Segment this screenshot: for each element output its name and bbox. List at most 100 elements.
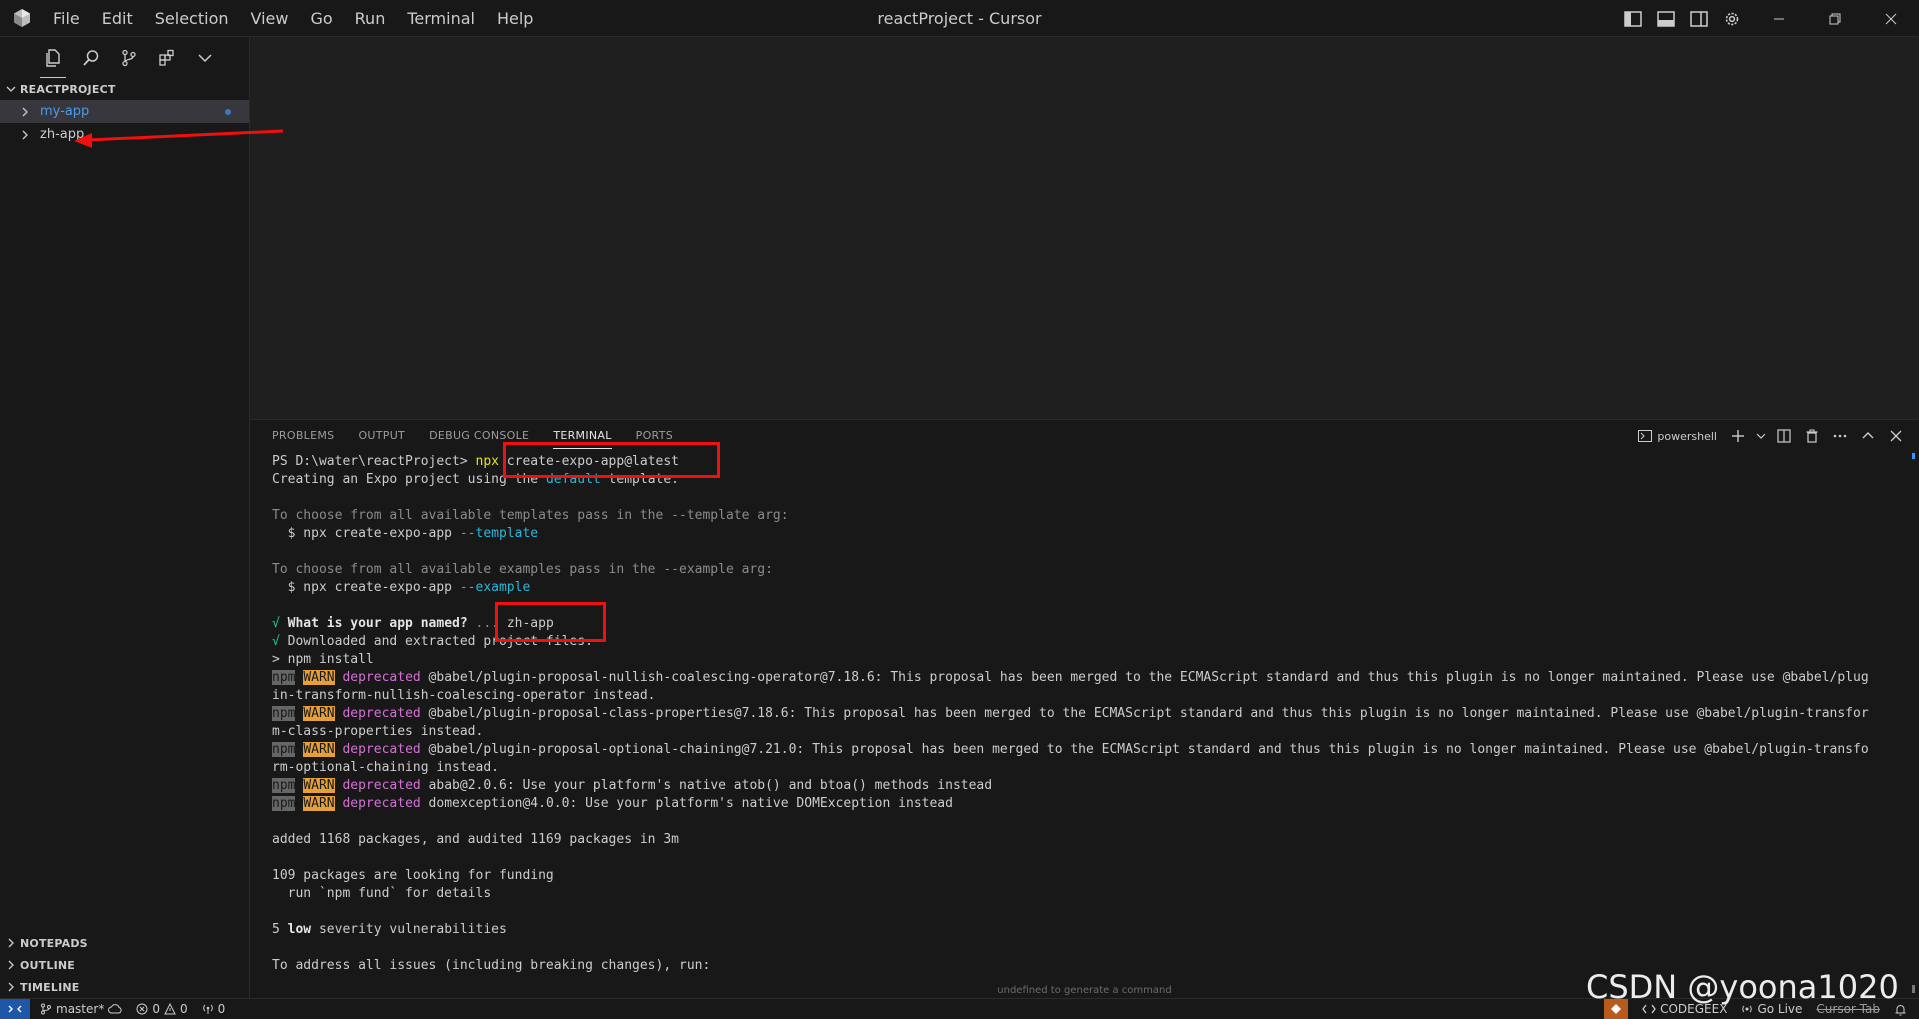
- broadcast-icon: [202, 1004, 213, 1014]
- tab-problems[interactable]: PROBLEMS: [272, 420, 334, 452]
- section-notepads[interactable]: NOTEPADS: [0, 932, 249, 954]
- ports-count: 0: [217, 1002, 226, 1016]
- warning-count: 0: [179, 1002, 188, 1016]
- menu-run[interactable]: Run: [344, 0, 397, 37]
- menu-file[interactable]: File: [42, 0, 91, 37]
- panel-tabs: PROBLEMS OUTPUT DEBUG CONSOLE TERMINAL P…: [272, 420, 673, 452]
- explorer-title: REACTPROJECT: [20, 82, 116, 96]
- terminal-line: rm-optional-chaining instead.: [272, 760, 499, 775]
- panel-actions: powershell: [1638, 420, 1907, 452]
- extensions-icon[interactable]: [152, 43, 182, 73]
- terminal-line: √ What is your app named? ... zh-app: [272, 616, 554, 631]
- chevron-right-icon: [6, 960, 20, 970]
- error-icon: [136, 1003, 148, 1015]
- close-icon[interactable]: [1863, 0, 1919, 37]
- layout-controls: [1616, 0, 1748, 37]
- tab-terminal[interactable]: TERMINAL: [553, 420, 613, 452]
- settings-gear-icon[interactable]: [1715, 0, 1748, 37]
- terminal-line: added 1168 packages, and audited 1169 pa…: [272, 832, 679, 847]
- terminal-line: npm WARN deprecated @babel/plugin-propos…: [272, 706, 1869, 721]
- sync-cloud-icon: [108, 1004, 122, 1014]
- explorer-section-header[interactable]: REACTPROJECT: [0, 78, 249, 100]
- problems-status[interactable]: 0 0: [136, 1002, 188, 1016]
- terminal-line: run `npm fund` for details: [272, 886, 492, 901]
- tab-debug-console[interactable]: DEBUG CONSOLE: [429, 420, 529, 452]
- source-control-icon[interactable]: [114, 43, 144, 73]
- more-views-chevron-down-icon[interactable]: [190, 43, 220, 73]
- error-count: 0: [152, 1002, 160, 1016]
- section-label: TIMELINE: [20, 980, 80, 994]
- menu-edit[interactable]: Edit: [91, 0, 144, 37]
- terminal-line: in-transform-nullish-coalescing-operator…: [272, 688, 656, 703]
- section-label: NOTEPADS: [20, 936, 88, 950]
- tree-item-label: zh-app: [40, 127, 85, 142]
- terminal-line: > npm install: [272, 652, 374, 667]
- terminal-icon: [1638, 430, 1653, 442]
- editor-area[interactable]: [250, 37, 1919, 419]
- sidebar-bottom-sections: NOTEPADS OUTLINE TIMELINE: [0, 932, 249, 998]
- terminal-line: npm WARN deprecated domexception@4.0.0: …: [272, 796, 953, 811]
- terminal-line: m-class-properties instead.: [272, 724, 484, 739]
- menu-terminal[interactable]: Terminal: [396, 0, 486, 37]
- section-label: OUTLINE: [20, 958, 76, 972]
- ports-status[interactable]: 0: [202, 1002, 226, 1016]
- cursor-logo-icon: [14, 9, 30, 27]
- menu-go[interactable]: Go: [299, 0, 343, 37]
- terminal-dropdown-chevron-icon[interactable]: [1755, 425, 1767, 447]
- search-icon[interactable]: [76, 43, 106, 73]
- chevron-right-icon: [6, 982, 20, 992]
- menu-bar: File Edit Selection View Go Run Terminal…: [42, 0, 544, 37]
- section-timeline[interactable]: TIMELINE: [0, 976, 249, 998]
- menu-view[interactable]: View: [240, 0, 300, 37]
- menu-selection[interactable]: Selection: [144, 0, 240, 37]
- terminal-line: $ npx create-expo-app --example: [272, 580, 531, 595]
- terminal-line: To choose from all available templates p…: [272, 508, 789, 523]
- terminal-line: √ Downloaded and extracted project files…: [272, 634, 593, 649]
- tree-item-my-app[interactable]: my-app: [0, 100, 249, 123]
- terminal-scrollbar[interactable]: [1912, 453, 1915, 993]
- terminal-line: 109 packages are looking for funding: [272, 868, 554, 883]
- split-terminal-icon[interactable]: [1773, 425, 1795, 447]
- toggle-primary-sidebar-icon[interactable]: [1616, 0, 1649, 37]
- tree-item-zh-app[interactable]: zh-app: [0, 123, 249, 146]
- watermark: CSDN @yoona1020: [1586, 968, 1899, 1006]
- more-actions-ellipsis-icon[interactable]: [1829, 425, 1851, 447]
- terminal-shell-selector[interactable]: powershell: [1638, 430, 1717, 443]
- menu-help[interactable]: Help: [486, 0, 544, 37]
- chevron-right-icon: [6, 938, 20, 948]
- shell-name: powershell: [1657, 429, 1717, 443]
- sidebar: REACTPROJECT my-app zh-app NOTEPADS OUTL…: [0, 37, 250, 998]
- branch-status[interactable]: master*: [40, 1002, 122, 1016]
- maximize-panel-chevron-up-icon[interactable]: [1857, 425, 1879, 447]
- terminal-line: 5 low severity vulnerabilities: [272, 922, 507, 937]
- restore-icon[interactable]: [1807, 0, 1863, 37]
- toggle-secondary-sidebar-icon[interactable]: [1682, 0, 1715, 37]
- bottom-panel: PROBLEMS OUTPUT DEBUG CONSOLE TERMINAL P…: [250, 419, 1919, 998]
- kill-terminal-trash-icon[interactable]: [1801, 425, 1823, 447]
- toggle-panel-icon[interactable]: [1649, 0, 1682, 37]
- window-controls: [1751, 0, 1919, 37]
- explorer-files-icon[interactable]: [38, 43, 68, 78]
- git-branch-icon: [41, 1003, 51, 1015]
- title-bar: File Edit Selection View Go Run Terminal…: [0, 0, 1919, 37]
- minimize-icon[interactable]: [1751, 0, 1807, 37]
- tab-output[interactable]: OUTPUT: [358, 420, 405, 452]
- terminal-line: npm WARN deprecated @babel/plugin-propos…: [272, 670, 1869, 685]
- close-panel-icon[interactable]: [1885, 425, 1907, 447]
- new-terminal-plus-icon[interactable]: [1727, 425, 1749, 447]
- branch-name: master*: [56, 1002, 105, 1016]
- terminal-output[interactable]: PS D:\water\reactProject> npx create-exp…: [272, 453, 1902, 988]
- tab-ports[interactable]: PORTS: [636, 420, 673, 452]
- chevron-right-icon: [20, 107, 34, 117]
- terminal-line: $ npx create-expo-app --template: [272, 526, 539, 541]
- warning-icon: [164, 1003, 176, 1015]
- section-outline[interactable]: OUTLINE: [0, 954, 249, 976]
- remote-indicator-icon[interactable]: [0, 999, 30, 1019]
- terminal-line: npm WARN deprecated @babel/plugin-propos…: [272, 742, 1869, 757]
